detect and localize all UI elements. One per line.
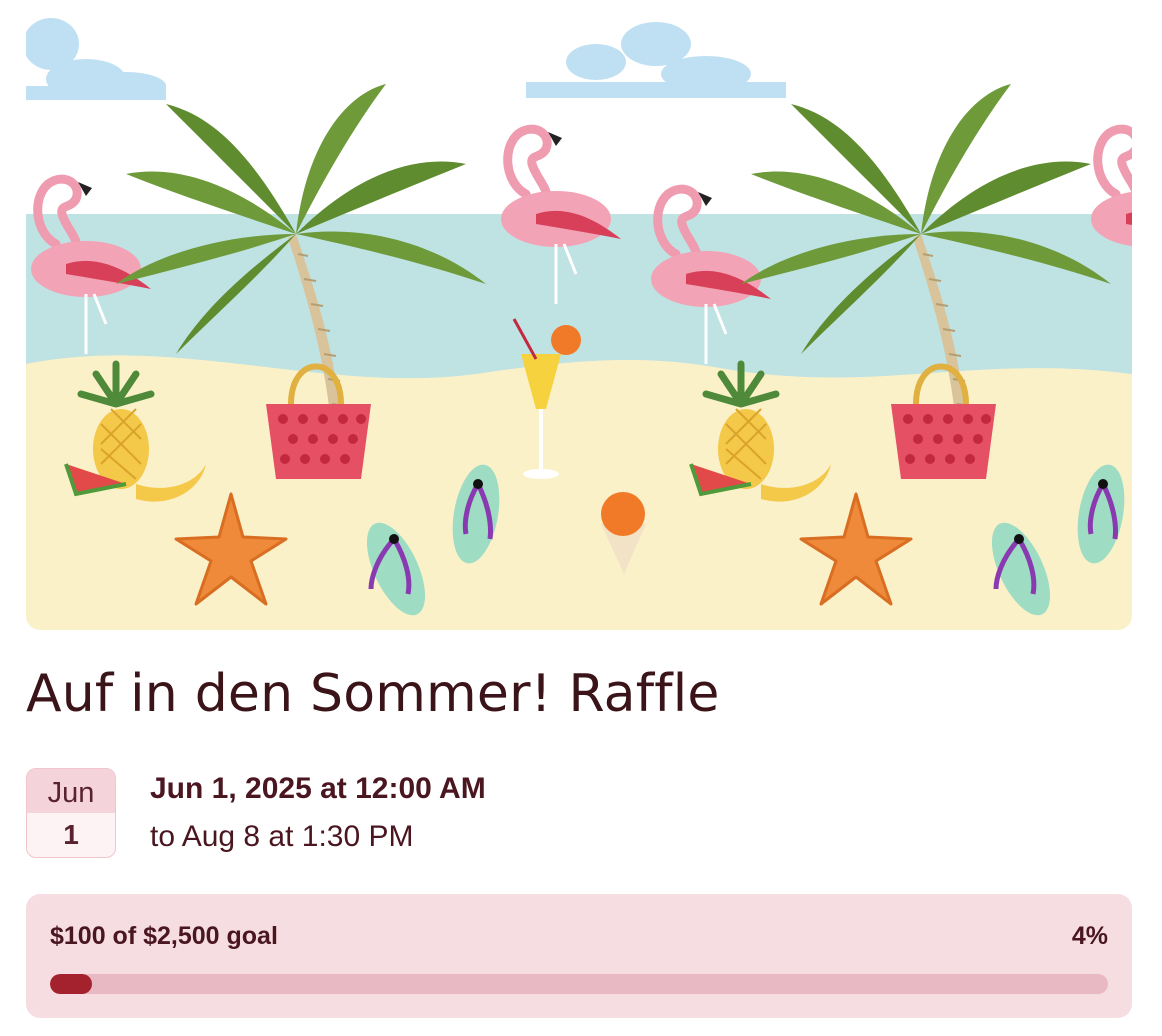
date-badge-day: 1	[63, 819, 79, 850]
fundraising-goal-card: $100 of $2,500 goal 4%	[26, 894, 1132, 1018]
date-badge-month: Jun	[27, 769, 115, 813]
goal-percent: 4%	[1071, 922, 1108, 950]
event-title: Auf in den Sommer! Raffle	[26, 664, 720, 724]
goal-progress-fill	[50, 974, 93, 994]
goal-progress-bar	[50, 974, 1108, 994]
event-banner-image	[26, 14, 1132, 630]
date-badge: Jun 1	[26, 768, 116, 858]
goal-summary: $100 of $2,500 goal	[50, 922, 278, 950]
event-end-datetime: to Aug 8 at 1:30 PM	[150, 820, 414, 853]
event-start-datetime: Jun 1, 2025 at 12:00 AM	[150, 772, 486, 805]
